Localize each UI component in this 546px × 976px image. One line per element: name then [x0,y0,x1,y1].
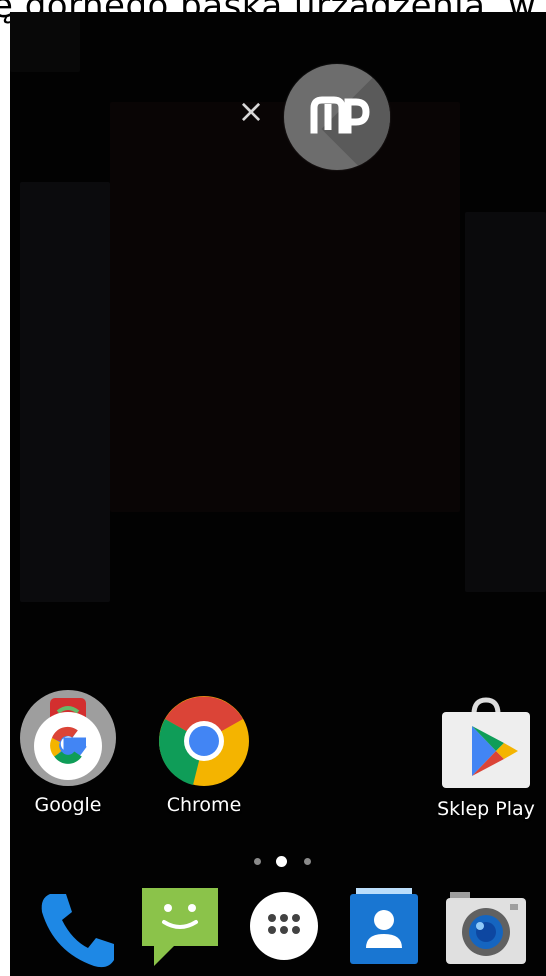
app-label-chrome: Chrome [166,794,242,816]
app-label-play-store: Sklep Play [437,798,535,820]
camera-dock-button[interactable] [444,886,528,974]
contacts-dock-button[interactable] [348,888,420,970]
play-store-app[interactable]: Sklep Play [426,696,546,820]
home-screen: × Google Chrome Sklep Play [10,12,546,976]
page-dot[interactable] [304,858,311,865]
phone-icon [41,894,114,968]
play-store-icon [442,697,530,788]
page-dot[interactable] [254,858,261,865]
phone-dock-button[interactable] [36,886,122,976]
messaging-dock-button[interactable] [140,884,220,976]
camera-icon [446,892,526,964]
contacts-icon [350,888,418,964]
floating-bubble[interactable] [284,64,390,170]
close-icon[interactable]: × [236,95,266,127]
chrome-icon [159,696,249,786]
app-drawer-dock-button[interactable] [246,888,322,968]
wallpaper-shape [465,212,546,592]
google-folder-icon [20,690,116,786]
wallpaper-shape [20,182,110,602]
page-dot-active[interactable] [276,856,287,867]
wallpaper-shape [10,12,80,72]
app-drawer-icon [250,892,318,960]
app-logo-icon [310,96,370,134]
messaging-icon [142,888,218,966]
app-label-google: Google [34,794,102,816]
chrome-app[interactable]: Chrome [144,694,264,816]
google-folder[interactable]: Google [10,688,128,816]
